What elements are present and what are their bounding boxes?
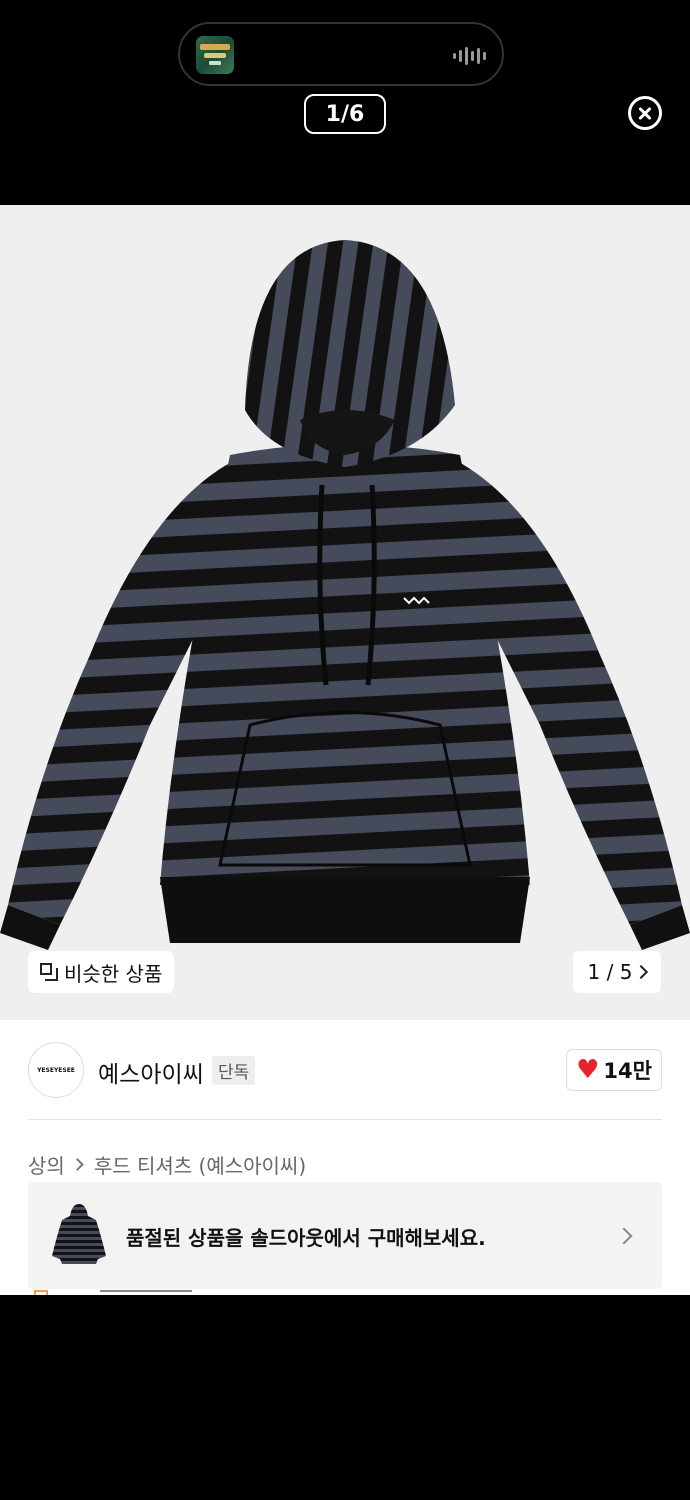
- image-pager-button[interactable]: 1 / 5: [573, 951, 661, 993]
- audio-waveform-icon: [453, 46, 486, 66]
- like-button[interactable]: ♥ 14만: [566, 1049, 662, 1091]
- tab-indicator: [100, 1290, 192, 1292]
- image-counter: 1/6: [304, 94, 386, 134]
- soldout-banner-text: 품절된 상품을 솔드아웃에서 구매해보세요.: [126, 1226, 486, 1250]
- brand-row: YESEYESEE 예스아이씨 단독 ♥ 14만: [28, 1042, 662, 1100]
- product-content: 비슷한 상품 1 / 5 YESEYESEE 예스아이씨 단독 ♥ 14만 상의…: [0, 205, 690, 1295]
- breadcrumb-subcategory[interactable]: 후드 티셔츠 (예스아이씨): [94, 1150, 306, 1179]
- hoodie-illustration: [0, 240, 690, 950]
- exclusive-badge: 단독: [212, 1056, 256, 1085]
- breadcrumb-category[interactable]: 상의: [28, 1150, 65, 1179]
- chevron-right-icon: [70, 1158, 84, 1171]
- breadcrumb: 상의 후드 티셔츠 (예스아이씨): [28, 1150, 306, 1179]
- brand-logo[interactable]: YESEYESEE: [28, 1042, 84, 1098]
- image-pager-label: 1 / 5: [587, 960, 633, 984]
- close-icon[interactable]: [628, 96, 662, 130]
- partial-icon: [34, 1290, 48, 1295]
- divider: [28, 1119, 662, 1120]
- similar-products-label: 비슷한 상품: [64, 961, 163, 986]
- soldout-banner[interactable]: 품절된 상품을 솔드아웃에서 구매해보세요.: [28, 1182, 662, 1289]
- similar-products-button[interactable]: 비슷한 상품: [28, 951, 175, 993]
- like-count: 14만: [603, 1059, 652, 1083]
- album-art-icon: [196, 36, 234, 74]
- heart-icon: ♥: [576, 1055, 600, 1085]
- product-image[interactable]: 비슷한 상품 1 / 5: [0, 205, 690, 1020]
- chevron-right-icon: [615, 1227, 633, 1245]
- brand-name[interactable]: 예스아이씨: [98, 1055, 204, 1089]
- product-thumbnail: [52, 1204, 106, 1264]
- chevron-right-icon: [634, 964, 649, 980]
- similar-icon: [40, 963, 58, 981]
- dynamic-island[interactable]: [178, 22, 504, 86]
